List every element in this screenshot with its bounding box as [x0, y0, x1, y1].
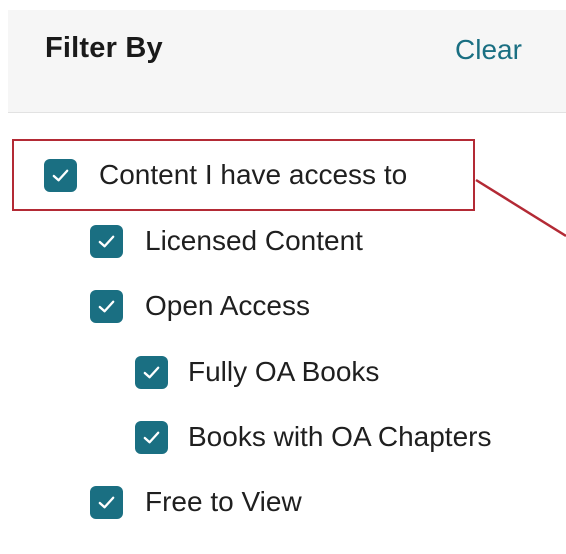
filter-option-content-i-have-access-to[interactable]: Content I have access to [44, 155, 407, 195]
filter-option-licensed-content[interactable]: Licensed Content [90, 221, 363, 261]
checkbox-checked-icon[interactable] [90, 224, 123, 258]
filter-option-label: Free to View [145, 486, 302, 517]
filter-panel: Filter By Clear Content I have access to… [0, 0, 566, 554]
checkbox-checked-icon[interactable] [90, 289, 123, 323]
filter-option-label: Fully OA Books [188, 356, 380, 387]
filter-option-label: Books with OA Chapters [188, 421, 492, 452]
filter-header: Filter By Clear [8, 10, 566, 113]
filter-title: Filter By [45, 32, 163, 64]
filter-option-label: Content I have access to [99, 159, 408, 190]
checkbox-checked-icon[interactable] [135, 420, 168, 454]
checkbox-checked-icon[interactable] [90, 485, 123, 519]
filter-option-open-access[interactable]: Open Access [90, 286, 310, 326]
filter-option-free-to-view[interactable]: Free to View [90, 482, 302, 522]
filter-option-fully-oa-books[interactable]: Fully OA Books [135, 352, 379, 392]
filter-option-label: Open Access [145, 290, 310, 321]
clear-filters-link[interactable]: Clear [455, 34, 522, 66]
filter-option-label: Licensed Content [145, 225, 363, 256]
filter-option-books-with-oa-chapters[interactable]: Books with OA Chapters [135, 417, 491, 457]
checkbox-checked-icon[interactable] [44, 158, 77, 192]
checkbox-checked-icon[interactable] [135, 355, 168, 389]
